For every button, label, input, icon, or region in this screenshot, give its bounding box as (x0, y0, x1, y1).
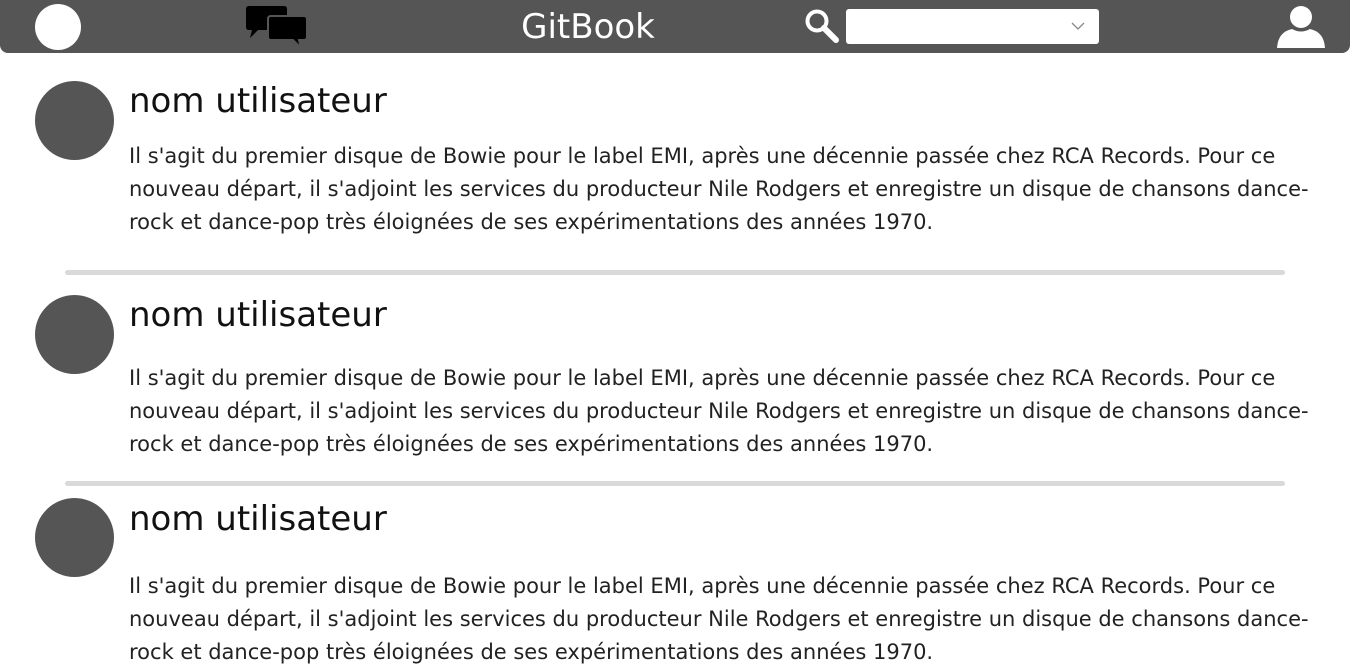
avatar (35, 81, 114, 160)
divider (65, 481, 1285, 486)
post-text: Il s'agit du premier disque de Bowie pou… (129, 144, 1309, 234)
user-icon[interactable] (1276, 5, 1326, 49)
brand-title[interactable]: GitBook (488, 5, 688, 49)
magnifier-icon[interactable] (804, 8, 840, 44)
top-navigation-bar: GitBook (0, 0, 1350, 53)
divider (65, 270, 1285, 275)
username[interactable]: nom utilisateur (129, 295, 387, 335)
chat-bubbles-icon[interactable] (244, 5, 310, 49)
username[interactable]: nom utilisateur (129, 499, 387, 539)
post-text: Il s'agit du premier disque de Bowie pou… (129, 574, 1309, 664)
avatar (35, 498, 114, 577)
chevron-down-icon (1071, 22, 1085, 30)
home-circle-icon[interactable] (35, 4, 81, 50)
username[interactable]: nom utilisateur (129, 81, 387, 121)
post-text: Il s'agit du premier disque de Bowie pou… (129, 366, 1309, 456)
search-select[interactable] (846, 9, 1099, 44)
avatar (35, 295, 114, 374)
